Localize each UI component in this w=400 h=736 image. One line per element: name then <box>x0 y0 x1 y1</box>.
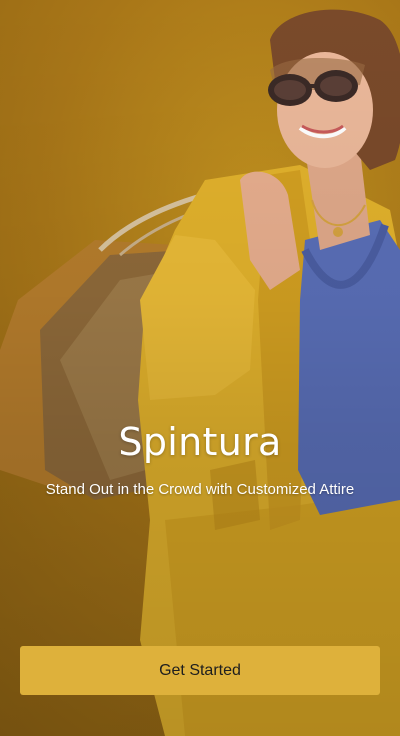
app-tagline: Stand Out in the Crowd with Customized A… <box>45 481 355 498</box>
image-overlay <box>0 0 400 736</box>
app-title: Spintura <box>118 420 282 464</box>
onboarding-screen: Spintura Stand Out in the Crowd with Cus… <box>0 0 400 736</box>
get-started-button[interactable]: Get Started <box>20 646 380 695</box>
